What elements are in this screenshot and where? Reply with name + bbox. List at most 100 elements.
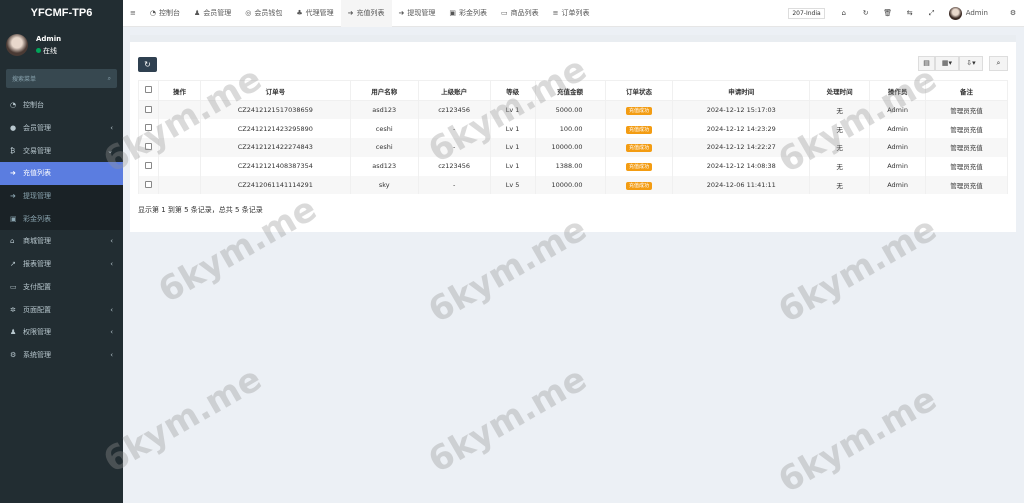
list-icon: ≡ bbox=[552, 9, 559, 17]
home-icon[interactable]: ⌂ bbox=[833, 9, 855, 17]
sidebar-item-10[interactable]: ♟ 权限管理 ‹ bbox=[0, 321, 123, 344]
sidebar-item-label: 控制台 bbox=[23, 101, 44, 110]
tab-label: 充值列表 bbox=[356, 9, 385, 17]
sidebar-item-4[interactable]: ➜ 提现管理 bbox=[0, 184, 123, 208]
panel-header bbox=[130, 35, 1016, 42]
search-icon: ⌕ bbox=[107, 74, 111, 82]
tab-4[interactable]: ➜ 充值列表 bbox=[340, 0, 392, 27]
tab-3[interactable]: ♣ 代理管理 bbox=[289, 0, 340, 27]
status-badge: 充值成功 bbox=[625, 182, 652, 191]
sidebar-item-label: 彩金列表 bbox=[23, 214, 51, 223]
table-cell: Admin bbox=[869, 119, 927, 139]
chevron-icon: ‹ bbox=[110, 124, 113, 133]
user-status: 在线 bbox=[36, 46, 61, 56]
row-checkbox[interactable] bbox=[138, 100, 159, 120]
column-header: 充值金额 bbox=[534, 80, 606, 101]
table-cell: 无 bbox=[809, 156, 871, 176]
sidebar-toggle-button[interactable]: ≡ bbox=[123, 0, 143, 27]
table-cell: - bbox=[417, 138, 491, 157]
gift-icon: ▣ bbox=[449, 9, 457, 17]
top-nav: ≡ ◔ 控制台 ♟ 会员管理 ◎ 会员钱包 ♣ 代理管理 ➜ 充值列表 ➜ 提现管理 ▣ 彩金列表 ▭ 商品列… bbox=[123, 0, 1024, 27]
sidebar-item-8[interactable]: ▭ 支付配置 bbox=[0, 276, 123, 299]
admin-avatar[interactable] bbox=[948, 6, 962, 20]
refresh-button[interactable]: ↻ bbox=[138, 57, 157, 72]
table-row: CZ2412121408387354 asd123 cz123456 Lv 1 1388… bbox=[138, 156, 1008, 176]
sidebar-item-label: 支付配置 bbox=[23, 282, 51, 291]
user-name: Admin bbox=[36, 34, 62, 43]
table-cell: CZ2412121422274843 bbox=[199, 138, 351, 157]
trash-icon[interactable]: 🗑 bbox=[877, 9, 899, 17]
tab-label: 提现管理 bbox=[407, 9, 436, 17]
table-row: CZ2412121517038659 asd123 cz123456 Lv 1 5000… bbox=[138, 100, 1008, 120]
columns-button[interactable]: ▦▾ bbox=[935, 56, 959, 71]
tab-6[interactable]: ▣ 彩金列表 bbox=[442, 0, 494, 27]
status-badge: 充值成功 bbox=[625, 163, 652, 172]
row-checkbox[interactable] bbox=[138, 175, 159, 195]
column-header: 处理时间 bbox=[809, 80, 871, 101]
search-button[interactable]: ⌕ bbox=[989, 56, 1008, 71]
table-cell: 无 bbox=[809, 119, 871, 139]
toggle-view-button[interactable]: ▤ bbox=[918, 56, 935, 71]
settings-icon[interactable]: ⚙ bbox=[1002, 9, 1024, 17]
sidebar-item-label: 系统管理 bbox=[23, 350, 51, 359]
table-cell: CZ2412121517038659 bbox=[199, 100, 351, 120]
refresh-icon[interactable]: ↻ bbox=[855, 9, 877, 17]
tab-8[interactable]: ≡ 订单列表 bbox=[546, 0, 597, 27]
table-cell: Admin bbox=[869, 156, 927, 176]
table-row: CZ2412061141114291 sky - Lv 5 10000.00 充值成功 20… bbox=[138, 175, 1008, 195]
sidebar-item-5[interactable]: ▣ 彩金列表 bbox=[0, 207, 123, 231]
language-select[interactable]: 207-India bbox=[788, 7, 825, 19]
table-cell: Lv 1 bbox=[489, 119, 536, 139]
column-header: 订单状态 bbox=[604, 80, 674, 101]
sidebar-item-2[interactable]: ₿ 交易管理 ⌄ bbox=[0, 139, 123, 162]
select-all-checkbox[interactable] bbox=[138, 80, 159, 101]
table-cell: Lv 1 bbox=[489, 156, 536, 176]
sidebar: YFCMF-TP6 Admin 在线 搜索菜单 ⌕ ◔ 控制台 ● 会员管理 ‹ ₿ 交易管理… bbox=[0, 0, 123, 503]
column-header: 操作员 bbox=[869, 80, 927, 101]
table-cell: cz123456 bbox=[417, 100, 491, 120]
table-cell: Admin bbox=[869, 175, 927, 195]
sidebar-item-1[interactable]: ● 会员管理 ‹ bbox=[0, 117, 123, 140]
sidebar-item-9[interactable]: ✲ 页面配置 ‹ bbox=[0, 298, 123, 321]
sidebar-item-6[interactable]: ⌂ 商城管理 ‹ bbox=[0, 230, 123, 253]
tab-0[interactable]: ◔ 控制台 bbox=[143, 0, 187, 27]
sidebar-item-7[interactable]: ↗ 报表管理 ‹ bbox=[0, 253, 123, 276]
admin-name[interactable]: Admin bbox=[966, 9, 988, 17]
row-checkbox[interactable] bbox=[138, 156, 159, 176]
status-badge: 充值成功 bbox=[625, 107, 652, 116]
tab-label: 订单列表 bbox=[561, 9, 590, 17]
column-header[interactable]: 申请时间 bbox=[672, 80, 811, 101]
table-cell: 管理员充值 bbox=[925, 138, 1008, 157]
menu-search-input[interactable]: 搜索菜单 ⌕ bbox=[6, 69, 117, 88]
row-checkbox[interactable] bbox=[138, 119, 159, 139]
translate-icon[interactable]: ⇆ bbox=[899, 9, 921, 17]
sidebar-item-label: 提现管理 bbox=[23, 192, 51, 201]
status-badge: 充值成功 bbox=[625, 125, 652, 134]
sidebar-item-3[interactable]: ➜ 充值列表 bbox=[0, 162, 123, 185]
sidebar-item-0[interactable]: ◔ 控制台 bbox=[0, 94, 123, 117]
tab-5[interactable]: ➜ 提现管理 bbox=[392, 0, 443, 27]
dashboard-icon: ◔ bbox=[149, 9, 156, 17]
fullscreen-icon[interactable]: ⤢ bbox=[921, 9, 943, 18]
cogs-icon: ⚙ bbox=[10, 350, 17, 359]
user-panel: Admin 在线 bbox=[0, 27, 123, 63]
sidebar-item-11[interactable]: ⚙ 系统管理 ‹ bbox=[0, 344, 123, 367]
table-cell bbox=[157, 100, 201, 120]
export-button[interactable]: ⇩▾ bbox=[959, 56, 983, 71]
table-cell: 管理员充值 bbox=[925, 156, 1008, 176]
table-cell: CZ2412121423295890 bbox=[199, 119, 351, 139]
row-checkbox[interactable] bbox=[138, 138, 159, 157]
table-cell: Lv 1 bbox=[489, 138, 536, 157]
tab-1[interactable]: ♟ 会员管理 bbox=[187, 0, 238, 27]
status-cell: 充值成功 bbox=[604, 100, 674, 120]
table-cell: 100.00 bbox=[534, 119, 606, 139]
tab-2[interactable]: ◎ 会员钱包 bbox=[238, 0, 289, 27]
table-cell: 管理员充值 bbox=[925, 119, 1008, 139]
chevron-icon: ⌄ bbox=[107, 146, 113, 155]
tab-label: 商品列表 bbox=[510, 9, 539, 17]
content-panel: ↻ ▤ ▦▾ ⇩▾ ⌕ 操作 订单号 用户名称 上级账户 等级 充值金额 订单状态 申请时间处… bbox=[130, 35, 1016, 232]
watermark: 6kym.me bbox=[771, 378, 944, 502]
tab-7[interactable]: ▭ 商品列表 bbox=[494, 0, 546, 27]
table-cell: 无 bbox=[809, 100, 871, 120]
column-header: 备注 bbox=[925, 80, 1008, 101]
